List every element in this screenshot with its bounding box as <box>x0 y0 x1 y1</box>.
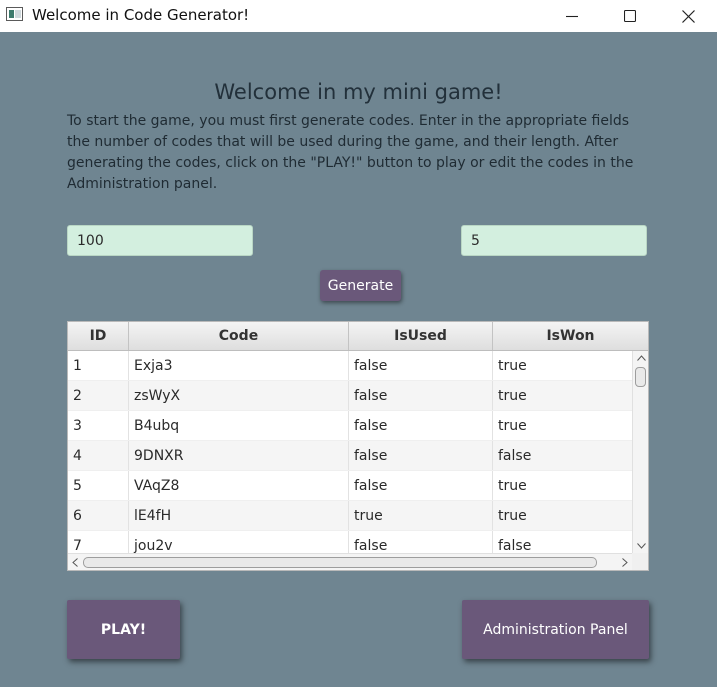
cell-code: lE4fH <box>129 501 349 530</box>
cell-code: jou2v <box>129 531 349 553</box>
column-header-code[interactable]: Code <box>129 322 349 350</box>
play-button[interactable]: PLAY! <box>67 600 180 659</box>
close-icon <box>681 9 695 23</box>
page-heading: Welcome in my mini game! <box>214 80 503 104</box>
cell-code: Exja3 <box>129 351 349 380</box>
horizontal-scrollbar[interactable] <box>68 553 632 570</box>
cell-id: 2 <box>68 381 129 410</box>
minimize-button[interactable] <box>543 0 601 32</box>
intro-text: To start the game, you must first genera… <box>67 113 634 192</box>
cell-id: 4 <box>68 441 129 470</box>
minimize-icon <box>566 15 578 18</box>
code-length-input[interactable] <box>461 225 647 256</box>
table-row[interactable]: 6 lE4fH true true <box>68 501 632 531</box>
cell-id: 1 <box>68 351 129 380</box>
cell-code: VAqZ8 <box>129 471 349 500</box>
maximize-button[interactable] <box>601 0 659 32</box>
vertical-scrollbar[interactable] <box>632 351 648 553</box>
scroll-left-icon[interactable] <box>70 557 80 567</box>
column-header-is-used[interactable]: IsUsed <box>349 322 493 350</box>
table-row[interactable]: 2 zsWyX false true <box>68 381 632 411</box>
generate-button[interactable]: Generate <box>320 270 401 301</box>
window-title: Welcome in Code Generator! <box>32 6 250 24</box>
table-row[interactable]: 1 Exja3 false true <box>68 351 632 381</box>
scroll-down-icon[interactable] <box>636 541 646 551</box>
vertical-scroll-thumb[interactable] <box>635 367 646 387</box>
table-header: ID Code IsUsed IsWon <box>68 322 648 351</box>
column-header-is-won[interactable]: IsWon <box>493 322 648 350</box>
table-body: 1 Exja3 false true 2 zsWyX false true 3 … <box>68 351 632 553</box>
cell-is-won: true <box>498 478 527 494</box>
cell-is-used: false <box>349 471 493 500</box>
cell-id: 7 <box>68 531 129 553</box>
cell-is-won: false <box>498 448 532 464</box>
code-count-input[interactable] <box>67 225 253 256</box>
app-icon <box>6 7 23 21</box>
cell-code: 9DNXR <box>129 441 349 470</box>
scroll-up-icon[interactable] <box>636 353 646 363</box>
cell-is-used: false <box>349 351 493 380</box>
cell-id: 5 <box>68 471 129 500</box>
cell-is-used: false <box>349 441 493 470</box>
cell-is-used: false <box>349 411 493 440</box>
cell-is-won: true <box>498 358 527 374</box>
cell-is-won: true <box>498 388 527 404</box>
cell-is-won: true <box>498 418 527 434</box>
cell-code: zsWyX <box>129 381 349 410</box>
cell-is-won: false <box>498 538 532 553</box>
cell-id: 3 <box>68 411 129 440</box>
title-bar: Welcome in Code Generator! <box>0 0 717 32</box>
scroll-corner <box>632 553 648 570</box>
maximize-icon <box>624 10 636 22</box>
cell-code: B4ubq <box>129 411 349 440</box>
cell-is-used: true <box>349 501 493 530</box>
close-button[interactable] <box>659 0 717 32</box>
table-row[interactable]: 5 VAqZ8 false true <box>68 471 632 501</box>
app-window: Welcome in Code Generator! Welcome in my… <box>0 0 717 687</box>
cell-id: 6 <box>68 501 129 530</box>
table-row[interactable]: 3 B4ubq false true <box>68 411 632 441</box>
table-row[interactable]: 4 9DNXR false false <box>68 441 632 471</box>
scroll-right-icon[interactable] <box>620 557 630 567</box>
codes-table: ID Code IsUsed IsWon 1 Exja3 false true … <box>67 321 649 571</box>
cell-is-used: false <box>349 531 493 553</box>
column-header-id[interactable]: ID <box>68 322 129 350</box>
table-row[interactable]: 7 jou2v false false <box>68 531 632 553</box>
administration-panel-button[interactable]: Administration Panel <box>462 600 649 659</box>
cell-is-used: false <box>349 381 493 410</box>
horizontal-scroll-thumb[interactable] <box>83 557 597 568</box>
cell-is-won: true <box>498 508 527 524</box>
